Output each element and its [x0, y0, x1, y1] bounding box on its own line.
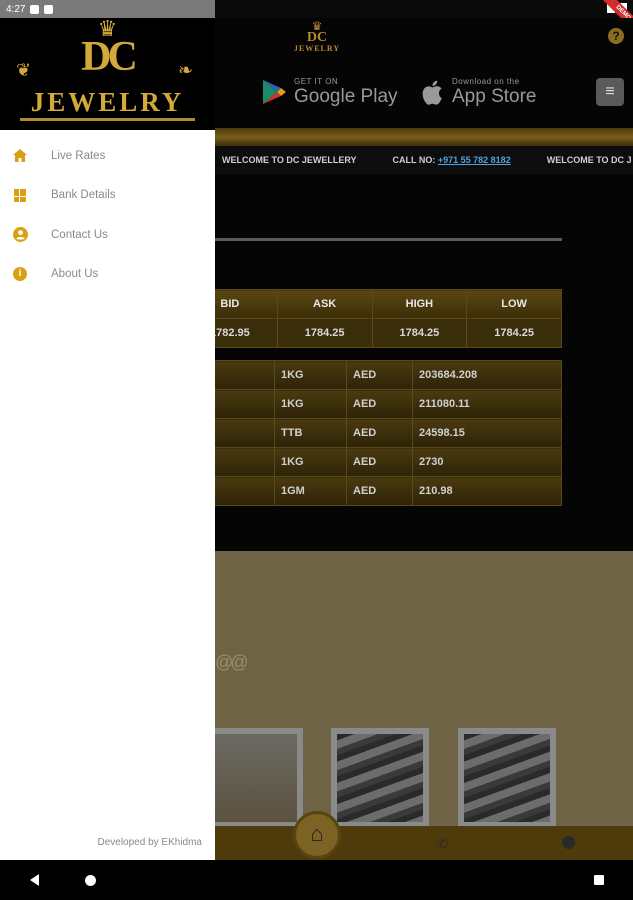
app-store-label: App Store — [452, 86, 537, 107]
gold-bars-image — [337, 734, 423, 822]
rates-table: BID ASK HIGH LOW 1782.95 1784.25 1784.25… — [182, 289, 562, 348]
product-price: 203684.208 — [412, 360, 562, 390]
drawer-item-label: Live Rates — [51, 149, 106, 162]
product-unit: 1KG — [274, 389, 347, 419]
table-row: 1KG AED 211080.11 — [182, 389, 562, 419]
status-time: 4:27 — [6, 3, 26, 15]
home-button-icon[interactable] — [85, 875, 96, 886]
drawer-item-label: Contact Us — [51, 228, 108, 241]
drawer-item-contact-us[interactable]: Contact Us — [0, 215, 215, 255]
drawer-item-label: About Us — [51, 268, 99, 281]
product-unit: 1KG — [274, 447, 347, 477]
swirl-ornament: @@ — [215, 652, 249, 672]
apple-icon — [422, 80, 442, 105]
drawer-menu: Live Rates Bank Details Contact Us i Abo… — [0, 130, 215, 294]
drawer-item-bank-details[interactable]: Bank Details — [0, 176, 215, 216]
header-logo-wordmark: JEWELRY — [293, 44, 341, 53]
google-play-label: Google Play — [294, 86, 398, 107]
product-unit: 1GM — [274, 476, 347, 506]
info-icon: i — [12, 266, 28, 282]
back-icon[interactable] — [30, 874, 39, 886]
product-unit: TTB — [274, 418, 347, 448]
gold-coins-image — [214, 734, 297, 822]
table-row: TTB AED 24598.15 — [182, 418, 562, 448]
hamburger-menu-icon[interactable]: ≡ — [596, 78, 624, 106]
gold-bars-image — [464, 734, 550, 822]
ticker-welcome: WELCOME TO DC JEWELLERY — [222, 155, 357, 165]
product-currency: AED — [346, 418, 413, 448]
product-price: 24598.15 — [412, 418, 562, 448]
home-icon[interactable]: ⌂ — [293, 811, 341, 859]
rates-header-ask: ASK — [276, 289, 373, 319]
table-row: 1GM AED 210.98 — [182, 476, 562, 506]
ticker-phone-link[interactable]: +971 55 782 8182 — [438, 155, 511, 165]
product-currency: AED — [346, 360, 413, 390]
google-play-small: GET IT ON — [294, 77, 339, 86]
drawer-item-about-us[interactable]: i About Us — [0, 255, 215, 295]
products-table: 1KG AED 203684.208 1KG AED 211080.11 TTB… — [182, 360, 562, 506]
developer-credit: Developed by EKhidma — [97, 837, 202, 848]
section-divider — [215, 238, 562, 241]
rates-header-low: LOW — [466, 289, 562, 319]
system-nav-bar — [0, 860, 633, 900]
google-play-icon — [263, 80, 286, 104]
product-currency: AED — [346, 447, 413, 477]
product-price: 211080.11 — [412, 389, 562, 419]
logo-flourish — [20, 118, 195, 121]
rates-value-ask: 1784.25 — [276, 318, 373, 348]
product-price: 2730 — [412, 447, 562, 477]
product-price: 210.98 — [412, 476, 562, 506]
product-card[interactable] — [458, 728, 556, 828]
navigation-drawer: ♛ ❦ DC ❧ JEWELRY Live Rates Bank Details… — [0, 18, 215, 860]
status-bar: 4:27 DEMO — [0, 0, 633, 34]
ornament-right-icon: ❧ — [178, 60, 194, 80]
home-icon — [12, 148, 28, 164]
drawer-logo-wordmark: JEWELRY — [30, 87, 185, 117]
account-circle-icon — [12, 227, 28, 243]
recents-icon[interactable] — [594, 875, 604, 885]
notification-icon — [30, 4, 40, 14]
product-card[interactable] — [331, 728, 429, 828]
dashboard-icon — [12, 187, 28, 203]
app-store-button[interactable]: Download on the App Store — [422, 73, 537, 111]
rates-value-row: 1782.95 1784.25 1784.25 1784.25 — [182, 318, 562, 348]
product-currency: AED — [346, 476, 413, 506]
phone-icon[interactable]: ✆ — [437, 836, 448, 852]
ticker-call: CALL NO: +971 55 782 8182 — [393, 155, 511, 165]
product-unit: 1KG — [274, 360, 347, 390]
help-icon[interactable]: ? — [608, 28, 624, 44]
ticker-call-label: CALL NO: — [392, 155, 436, 165]
header-logo-monogram: DC — [306, 30, 328, 45]
rates-value-high: 1784.25 — [371, 318, 468, 348]
product-card[interactable] — [208, 728, 303, 828]
drawer-logo: ♛ ❦ DC ❧ JEWELRY — [0, 18, 215, 130]
drawer-item-live-rates[interactable]: Live Rates — [0, 136, 215, 176]
rates-header-high: HIGH — [371, 289, 468, 319]
drawer-item-label: Bank Details — [51, 189, 116, 202]
header-logo[interactable]: ♛ DC JEWELRY — [287, 20, 347, 54]
sim-icon — [44, 4, 54, 14]
app-store-small: Download on the — [452, 77, 520, 86]
rates-value-low: 1784.25 — [466, 318, 562, 348]
globe-icon[interactable] — [562, 836, 575, 849]
google-play-button[interactable]: GET IT ON Google Play — [260, 73, 398, 111]
rates-header-row: BID ASK HIGH LOW — [182, 289, 562, 319]
ticker-welcome-repeat: WELCOME TO DC J — [546, 155, 632, 165]
table-row: 1KG AED 2730 — [182, 447, 562, 477]
table-row: 1KG AED 203684.208 — [182, 360, 562, 390]
product-currency: AED — [346, 389, 413, 419]
